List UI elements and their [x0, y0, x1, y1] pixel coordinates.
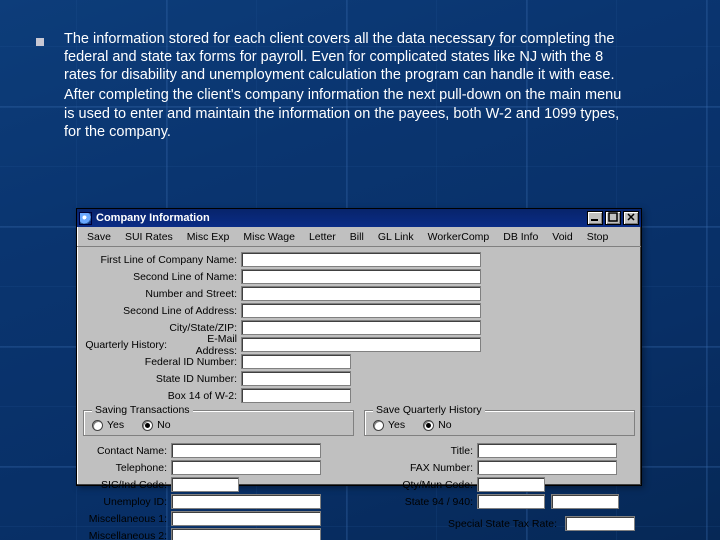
- intro-text: The information stored for each client c…: [64, 30, 634, 143]
- window-title: Company Information: [96, 212, 210, 224]
- label-misc-2: Miscellaneous 2:: [83, 530, 171, 540]
- label-misc-1: Miscellaneous 1:: [83, 513, 171, 525]
- label-state-id: State ID Number:: [83, 373, 241, 385]
- input-special-rate[interactable]: [565, 516, 635, 531]
- form-area: First Line of Company Name: Second Line …: [77, 247, 641, 540]
- label-fax: FAX Number:: [365, 462, 477, 474]
- minimize-button[interactable]: [587, 211, 603, 225]
- label-email: E-Mail Address:: [169, 333, 241, 357]
- intro-paragraph-1: The information stored for each client c…: [64, 30, 634, 84]
- input-federal-id[interactable]: [241, 354, 351, 369]
- menu-bill[interactable]: Bill: [344, 230, 370, 243]
- radio-save-quarterly-no[interactable]: No: [423, 419, 451, 431]
- menu-void[interactable]: Void: [546, 230, 578, 243]
- slide-bullet: [36, 38, 44, 46]
- titlebar[interactable]: Company Information: [77, 209, 641, 227]
- menu-bar: Save SUI Rates Misc Exp Misc Wage Letter…: [77, 227, 641, 247]
- group-save-quarterly: Save Quarterly History Yes No: [364, 410, 635, 436]
- label-qty-mun: Qty/Mun Code:: [365, 479, 477, 491]
- input-state94-b[interactable]: [551, 494, 619, 509]
- app-icon: [79, 212, 92, 225]
- label-sic: SIC/Ind Code:: [83, 479, 171, 491]
- label-company-name-1: First Line of Company Name:: [83, 254, 241, 266]
- label-telephone: Telephone:: [83, 462, 171, 474]
- menu-sui-rates[interactable]: SUI Rates: [119, 230, 179, 243]
- radio-save-quarterly-yes[interactable]: Yes: [373, 419, 405, 431]
- radio-save-trans-no[interactable]: No: [142, 419, 170, 431]
- input-misc-2[interactable]: [171, 528, 321, 540]
- input-title[interactable]: [477, 443, 617, 458]
- close-button[interactable]: [623, 211, 639, 225]
- radio-save-trans-yes[interactable]: Yes: [92, 419, 124, 431]
- label-company-name-2: Second Line of Name:: [83, 271, 241, 283]
- label-unemploy-id: Unemploy ID:: [83, 496, 171, 508]
- input-unemploy-id[interactable]: [171, 494, 321, 509]
- menu-gl-link[interactable]: GL Link: [372, 230, 420, 243]
- menu-db-info[interactable]: DB Info: [497, 230, 544, 243]
- label-federal-id: Federal ID Number:: [83, 356, 241, 368]
- input-contact[interactable]: [171, 443, 321, 458]
- menu-misc-exp[interactable]: Misc Exp: [181, 230, 236, 243]
- label-title: Title:: [365, 445, 477, 457]
- label-address-2: Second Line of Address:: [83, 305, 241, 317]
- label-special-rate: Special State Tax Rate:: [365, 518, 561, 530]
- company-info-window: Company Information Save SUI Rates Misc …: [76, 208, 642, 486]
- input-telephone[interactable]: [171, 460, 321, 475]
- label-box14: Box 14 of W-2:: [83, 390, 241, 402]
- group-saving-transactions-title: Saving Transactions: [92, 404, 193, 416]
- menu-save[interactable]: Save: [81, 230, 117, 243]
- input-fax[interactable]: [477, 460, 617, 475]
- input-email[interactable]: [241, 337, 481, 352]
- group-saving-transactions: Saving Transactions Yes No: [83, 410, 354, 436]
- label-contact: Contact Name:: [83, 445, 171, 457]
- input-company-name-1[interactable]: [241, 252, 481, 267]
- label-quarterly-history: Quarterly History:: [83, 339, 169, 351]
- input-address-2[interactable]: [241, 303, 481, 318]
- input-misc-1[interactable]: [171, 511, 321, 526]
- menu-misc-wage[interactable]: Misc Wage: [237, 230, 301, 243]
- input-city-state-zip[interactable]: [241, 320, 481, 335]
- label-state94: State 94 / 940:: [365, 496, 477, 508]
- menu-letter[interactable]: Letter: [303, 230, 342, 243]
- menu-workercomp[interactable]: WorkerComp: [422, 230, 496, 243]
- input-state94-a[interactable]: [477, 494, 545, 509]
- input-box14[interactable]: [241, 388, 351, 403]
- input-state-id[interactable]: [241, 371, 351, 386]
- group-save-quarterly-title: Save Quarterly History: [373, 404, 485, 416]
- menu-stop[interactable]: Stop: [581, 230, 615, 243]
- input-company-name-2[interactable]: [241, 269, 481, 284]
- input-qty-mun[interactable]: [477, 477, 545, 492]
- input-sic[interactable]: [171, 477, 239, 492]
- label-street: Number and Street:: [83, 288, 241, 300]
- input-street[interactable]: [241, 286, 481, 301]
- maximize-button[interactable]: [605, 211, 621, 225]
- intro-paragraph-2: After completing the client's company in…: [64, 86, 634, 140]
